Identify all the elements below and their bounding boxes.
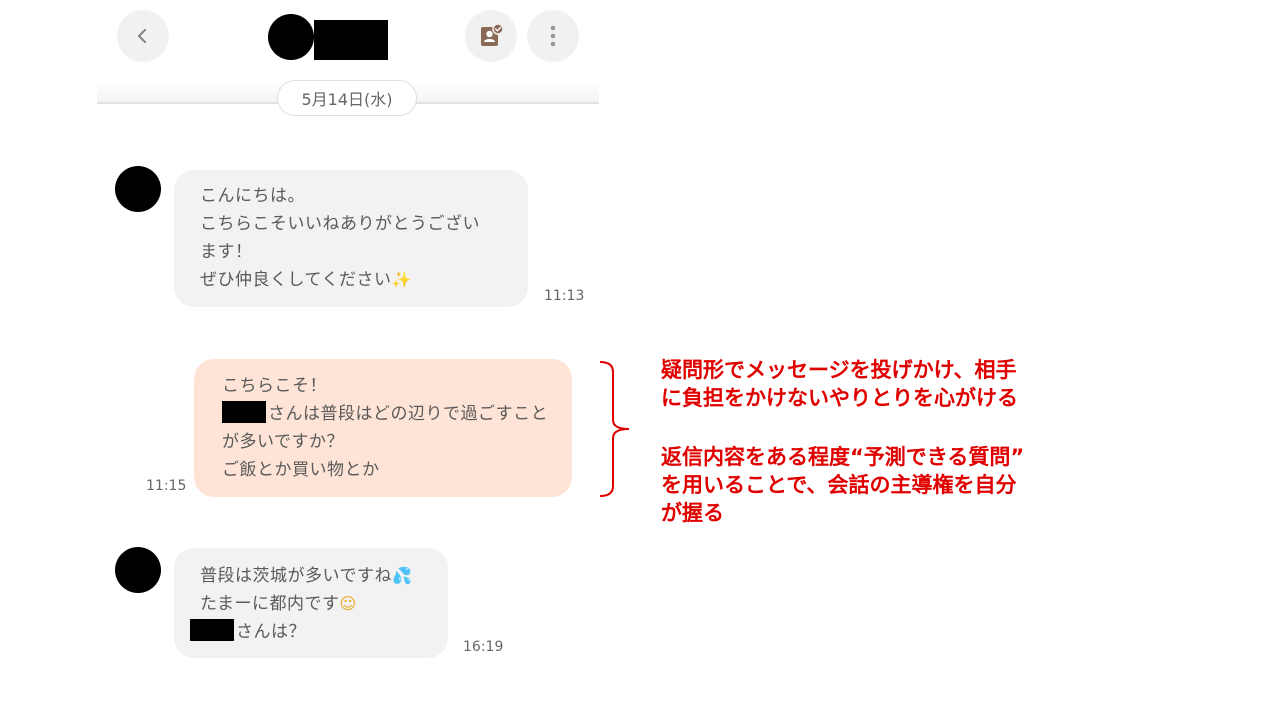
message-timestamp: 11:13 <box>544 288 585 304</box>
message-line: ます！ <box>200 242 253 262</box>
vertical-dots-icon <box>550 25 556 47</box>
smiling-face-emoji: ☺ <box>339 594 357 613</box>
annotation-block-2: 返信内容をある程度“予測できる質問” を用いることで、会話の主導権を自分 が握る <box>661 443 1024 527</box>
back-button[interactable] <box>117 10 169 62</box>
message-line: こちらこそいいねありがとうござい <box>200 214 480 234</box>
message-line: が多いですか？ <box>222 432 344 452</box>
profile-button[interactable] <box>465 10 517 62</box>
date-separator: 5月14日(水) <box>277 80 417 116</box>
sweat-droplets-emoji: 💦 <box>392 566 413 585</box>
annotation-bracket <box>599 361 630 497</box>
sender-avatar[interactable] <box>115 166 161 212</box>
date-label: 5月14日(水) <box>301 90 393 109</box>
message-line: 普段は茨城が多いですね <box>200 566 392 586</box>
chat-partner-avatar[interactable] <box>268 14 314 60</box>
message-bubble-incoming[interactable]: 普段は茨城が多いですね💦 たまーに都内です☺ さんは？ <box>174 548 448 658</box>
message-line: ご飯とか買い物とか <box>222 460 380 480</box>
sparkles-emoji: ✨ <box>391 270 412 289</box>
message-bubble-outgoing[interactable]: こちらこそ！ さんは普段はどの辺りで過ごすこと が多いですか？ ご飯とか買い物と… <box>194 359 572 497</box>
name-redaction <box>190 619 234 641</box>
annotation-line: 疑問形でメッセージを投げかけ、相手 <box>661 358 1017 382</box>
profile-card-icon <box>481 23 504 46</box>
message-timestamp: 16:19 <box>463 639 504 655</box>
name-redaction <box>222 401 266 423</box>
annotation-line: を用いることで、会話の主導権を自分 <box>661 473 1017 497</box>
message-timestamp: 11:15 <box>146 478 187 494</box>
annotation-block-1: 疑問形でメッセージを投げかけ、相手 に負担をかけないやりとりを心がける <box>661 356 1018 412</box>
annotation-line: に負担をかけないやりとりを心がける <box>661 386 1018 410</box>
message-line: さんは？ <box>236 622 306 642</box>
more-options-button[interactable] <box>527 10 579 62</box>
sender-avatar[interactable] <box>115 547 161 593</box>
message-line: こちらこそ！ <box>222 376 327 396</box>
message-line: こんにちは。 <box>200 186 305 206</box>
annotation-line: が握る <box>661 501 724 525</box>
message-bubble-incoming[interactable]: こんにちは。 こちらこそいいねありがとうござい ます！ ぜひ仲良くしてください✨ <box>174 170 528 307</box>
message-line: ぜひ仲良くしてください <box>200 270 392 290</box>
annotation-line: 返信内容をある程度“予測できる質問” <box>661 445 1025 469</box>
message-line: さんは普段はどの辺りで過ごすこと <box>268 404 549 424</box>
chat-partner-name-redacted[interactable] <box>314 20 388 60</box>
chevron-left-icon <box>137 28 147 44</box>
message-line: たまーに都内です <box>200 594 340 614</box>
